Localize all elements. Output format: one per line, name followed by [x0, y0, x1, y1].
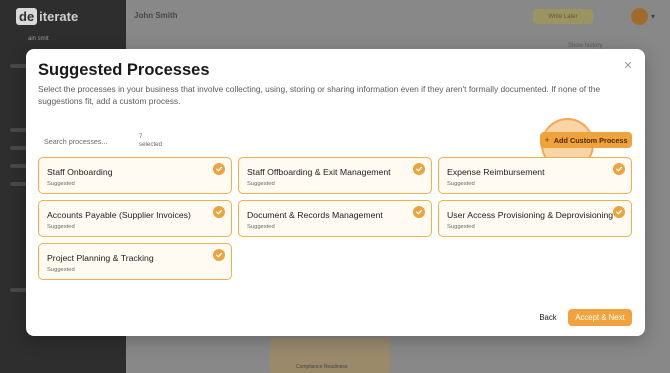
sidebar-subtitle: ain smit: [28, 36, 49, 42]
check-icon: [213, 163, 225, 175]
header-pill: Write Later: [533, 9, 593, 24]
process-name: Document & Records Management: [247, 210, 383, 220]
avatar: [631, 8, 648, 25]
logo-word: iterate: [39, 9, 79, 24]
process-card-project-planning[interactable]: Project Planning & Tracking Suggested: [38, 243, 232, 280]
process-card-accounts-payable[interactable]: Accounts Payable (Supplier Invoices) Sug…: [38, 200, 232, 237]
close-button[interactable]: ✕: [621, 58, 635, 72]
add-custom-process-button[interactable]: + Add Custom Process: [540, 132, 632, 148]
process-card-expense-reimbursement[interactable]: Expense Reimbursement Suggested: [438, 157, 632, 194]
check-icon: [613, 206, 625, 218]
suggested-processes-modal: Suggested Processes Select the processes…: [26, 49, 645, 336]
process-status: Suggested: [247, 181, 275, 187]
back-button[interactable]: Back: [533, 309, 563, 326]
selected-count-label: selected: [139, 141, 163, 148]
accept-next-button[interactable]: Accept & Next: [568, 309, 632, 326]
check-icon: [413, 206, 425, 218]
process-status: Suggested: [447, 181, 475, 187]
check-icon: [213, 249, 225, 261]
process-name: Project Planning & Tracking: [47, 253, 154, 263]
process-status: Suggested: [247, 224, 275, 230]
process-card-staff-onboarding[interactable]: Staff Onboarding Suggested: [38, 157, 232, 194]
modal-title: Suggested Processes: [38, 61, 210, 79]
process-name: Staff Offboarding & Exit Management: [247, 167, 391, 177]
background-chart-label: Compliance Readiness: [296, 364, 348, 370]
plus-icon: +: [544, 134, 550, 145]
process-name: Staff Onboarding: [47, 167, 113, 177]
logo-mark: de: [16, 8, 38, 25]
check-icon: [413, 163, 425, 175]
process-status: Suggested: [47, 267, 75, 273]
process-grid: Staff Onboarding Suggested Staff Offboar…: [38, 157, 632, 280]
header-user-name: John Smith: [134, 11, 178, 20]
add-custom-process-label: Add Custom Process: [553, 135, 628, 145]
process-name: User Access Provisioning & Deprovisionin…: [447, 210, 614, 220]
check-icon: [613, 163, 625, 175]
process-name: Accounts Payable (Supplier Invoices): [47, 210, 191, 220]
process-card-user-access[interactable]: User Access Provisioning & Deprovisionin…: [438, 200, 632, 237]
app-logo: de iterate: [16, 7, 78, 26]
process-status: Suggested: [47, 181, 75, 187]
process-status: Suggested: [447, 224, 475, 230]
process-card-document-records[interactable]: Document & Records Management Suggested: [238, 200, 432, 237]
check-icon: [213, 206, 225, 218]
process-name: Expense Reimbursement: [447, 167, 545, 177]
selected-count: 7 selected: [139, 133, 162, 149]
selected-count-number: 7: [139, 133, 143, 140]
process-status: Suggested: [47, 224, 75, 230]
search-input[interactable]: [38, 132, 138, 150]
modal-description: Select the processes in your business th…: [38, 84, 601, 106]
process-card-staff-offboarding[interactable]: Staff Offboarding & Exit Management Sugg…: [238, 157, 432, 194]
chevron-down-icon: ▾: [651, 12, 656, 21]
close-icon: ✕: [623, 59, 633, 72]
